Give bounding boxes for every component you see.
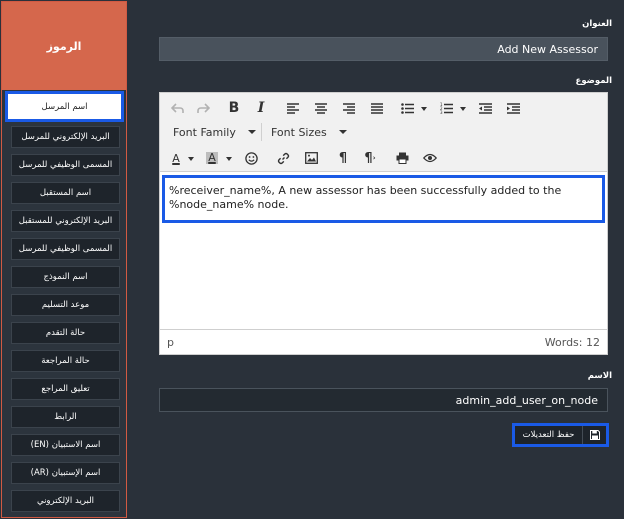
text-color-icon[interactable]: A [166,147,186,169]
token-progress-status[interactable]: حالة التقدم [11,322,120,344]
align-center-icon[interactable] [310,97,332,119]
token-sender-job-title-2[interactable]: المسمى الوظيفي للمرسل [11,238,120,260]
image-icon[interactable] [300,147,322,169]
token-reviewer-comment[interactable]: تعليق المراجع [11,378,120,400]
undo-icon[interactable] [166,97,188,119]
chevron-down-icon [247,130,256,134]
sidebar-title: الرموز [2,2,126,90]
chevron-down-icon [338,130,347,134]
token-survey-name-ar[interactable]: اسم الإستبيان (AR) [11,462,120,484]
token-sender-email[interactable]: البريد الإلكتروني للمرسل [11,126,120,148]
numbered-list-icon[interactable]: 123 [437,97,455,119]
bullet-list-icon[interactable] [398,97,416,119]
paragraph-direction-icon[interactable]: ¶ › [359,147,381,169]
preview-eye-icon[interactable] [419,147,441,169]
toolbar-divider [261,123,262,141]
bold-icon[interactable]: B [223,97,245,119]
align-left-icon[interactable] [282,97,304,119]
redo-icon[interactable] [192,97,214,119]
token-form-name[interactable]: اسم النموذج [11,266,120,288]
font-sizes-label: Font Sizes [271,125,327,139]
title-label: العنوان [582,19,612,29]
numbered-list-dropdown-icon[interactable] [460,107,466,111]
editor-statusbar: p Words: 12 [160,329,607,354]
font-sizes-dropdown[interactable]: Font Sizes [271,121,347,143]
link-icon[interactable] [272,147,294,169]
background-color-dropdown-icon[interactable] [226,157,232,161]
token-sender-job-title[interactable]: المسمى الوظيفي للمرسل [11,154,120,176]
word-count: Words: 12 [544,335,600,349]
outdent-icon[interactable] [474,97,496,119]
font-family-label: Font Family [173,125,236,139]
element-path[interactable]: p [167,336,174,349]
token-email[interactable]: البريد الإلكتروني [11,490,120,512]
email-body-text[interactable]: %receiver_name%, A new assessor has been… [162,175,605,223]
svg-text:3: 3 [440,110,443,114]
print-icon[interactable] [391,147,413,169]
rich-text-editor: B I 123 Font Family Font Sizes A A ¶ ¶ ›… [159,92,608,355]
background-color-icon[interactable]: A [202,147,222,169]
align-justify-icon[interactable] [366,97,388,119]
token-receiver-name[interactable]: اسم المستقبل [11,182,120,204]
editor-content-area[interactable]: %receiver_name%, A new assessor has been… [160,173,607,330]
token-receiver-email[interactable]: البريد الإلكتروني للمستقبل [11,210,120,232]
italic-icon[interactable]: I [250,97,272,119]
emoticons-icon[interactable] [240,147,262,169]
bullet-list-dropdown-icon[interactable] [421,107,427,111]
floppy-disk-icon [589,430,600,440]
font-family-dropdown[interactable]: Font Family [173,121,256,143]
token-review-status[interactable]: حالة المراجعة [11,350,120,372]
save-icon-container [582,426,606,444]
indent-icon[interactable] [502,97,524,119]
token-survey-name-en[interactable]: اسم الاستبيان (EN) [11,434,120,456]
subject-label: الموضوع [575,76,612,86]
editor-toolbar: B I 123 Font Family Font Sizes A A ¶ ¶ › [160,93,607,172]
tokens-sidebar: الرموز اسم المرسل البريد الإلكتروني للمر… [1,1,127,518]
save-changes-button[interactable]: حفظ التعديلات [512,423,609,447]
save-changes-label: حفظ التعديلات [522,430,575,440]
align-right-icon[interactable] [338,97,360,119]
token-sender-name[interactable]: اسم المرسل [5,91,124,122]
paragraph-mark-icon[interactable]: ¶ [332,147,354,169]
text-color-dropdown-icon[interactable] [188,157,194,161]
name-input[interactable]: admin_add_user_on_node [159,388,608,412]
token-due-date[interactable]: موعد التسليم [11,294,120,316]
title-input[interactable]: Add New Assessor [159,37,608,61]
token-link[interactable]: الرابط [11,406,120,428]
name-label: الاسم [587,371,612,381]
